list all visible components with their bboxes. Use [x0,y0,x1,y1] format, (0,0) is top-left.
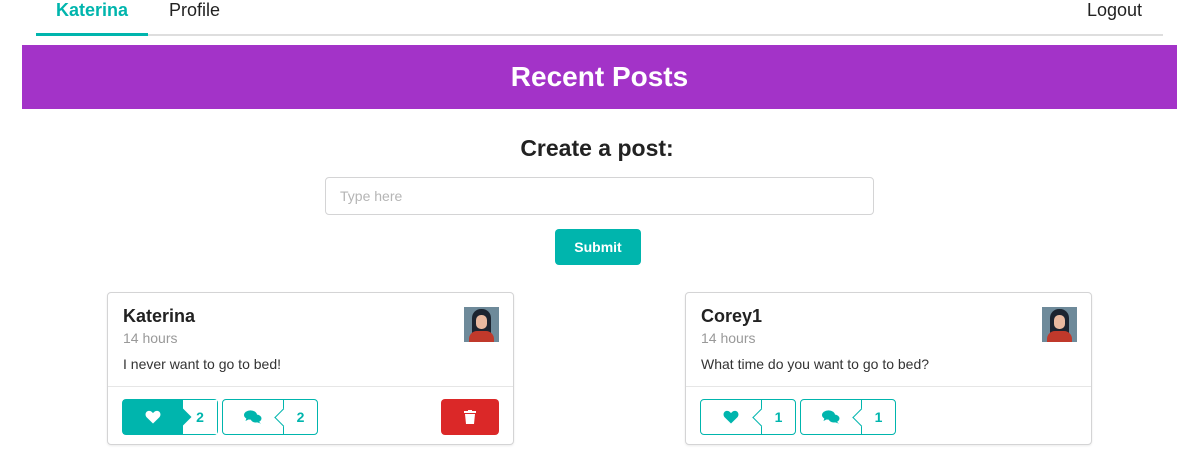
like-count: 1 [774,409,783,425]
post-time: 14 hours [123,330,178,346]
post-input[interactable] [325,177,874,215]
post-actions: 1 1 [700,399,896,435]
comments-icon [244,410,262,424]
post-text: I never want to go to bed! [123,356,281,372]
post-author: Katerina [123,306,196,326]
avatar [464,307,499,342]
post-actions: 2 2 [122,399,318,435]
comment-count: 1 [874,409,883,425]
comments-icon [822,410,840,424]
nav-item-logout[interactable]: Logout [1087,0,1142,36]
like-count: 2 [196,409,204,425]
delete-button[interactable] [441,399,499,435]
post-author: Corey1 [701,306,763,326]
trash-icon [464,410,476,424]
create-post-title: Create a post: [520,135,674,161]
recent-posts-banner: Recent Posts [22,45,1177,109]
like-button[interactable]: 1 [700,399,796,435]
submit-button[interactable]: Submit [555,229,641,265]
avatar [1042,307,1077,342]
top-nav: Katerina Profile Logout [36,0,1163,36]
comment-button[interactable]: 1 [800,399,896,435]
post-text: What time do you want to go to bed? [701,356,930,372]
card-divider [686,386,1091,387]
nav-item-home[interactable]: Katerina [36,0,148,36]
post-card: Corey1 14 hours What time do you want to… [685,292,1092,445]
heart-icon [145,410,161,424]
post-card: Katerina 14 hours I never want to go to … [107,292,514,445]
post-time: 14 hours [701,330,756,346]
card-divider [108,386,513,387]
comment-button[interactable]: 2 [222,399,318,435]
like-button[interactable]: 2 [122,399,218,435]
nav-item-profile[interactable]: Profile [169,0,220,36]
comment-count: 2 [296,409,305,425]
page-title: Recent Posts [510,61,689,92]
heart-icon [723,410,739,424]
